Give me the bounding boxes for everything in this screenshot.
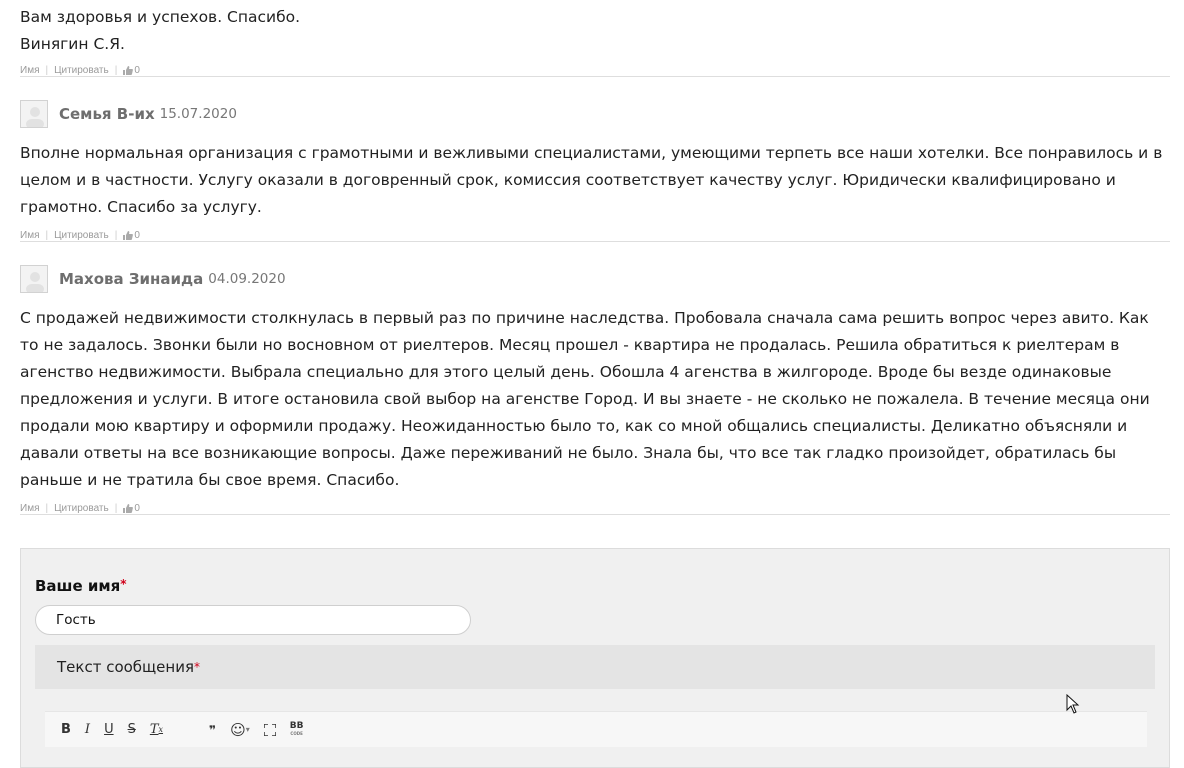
quote-link[interactable]: Цитировать <box>54 230 109 241</box>
bbcode-label: BB <box>289 720 304 731</box>
comment-date: 15.07.2020 <box>159 106 237 122</box>
comment-author: Семья В-их <box>59 105 155 123</box>
like-count: 0 <box>134 65 140 76</box>
like-button[interactable]: 0 <box>123 230 140 241</box>
quote-link[interactable]: Цитировать <box>54 503 109 514</box>
clear-format-sub: x <box>158 725 164 734</box>
name-link[interactable]: Имя <box>20 230 39 241</box>
separator: | <box>114 65 118 76</box>
editor-toolbar: B I U S Tx ❞ ☺ ▾ BB CODE <box>45 711 1147 747</box>
comment-author: Махова Зинаида <box>59 270 204 288</box>
message-field-header: Текст сообщения * <box>35 645 1155 689</box>
chevron-down-icon: ▾ <box>245 725 250 734</box>
like-count: 0 <box>134 503 140 514</box>
clear-format-label: T <box>149 722 159 737</box>
separator: | <box>45 503 49 514</box>
emoji-button[interactable]: ☺ ▾ <box>230 721 250 739</box>
user-placeholder-icon <box>26 107 44 127</box>
message-label-text: Текст сообщения <box>57 658 194 676</box>
like-count: 0 <box>134 230 140 241</box>
name-input[interactable] <box>35 605 471 635</box>
bold-button[interactable]: B <box>61 722 71 737</box>
required-mark: * <box>120 577 127 591</box>
comment-text: С продажей недвижимости столкнулась в пе… <box>20 309 1150 489</box>
separator: | <box>114 230 118 241</box>
strikethrough-button[interactable]: S <box>128 722 136 737</box>
separator: | <box>114 503 118 514</box>
divider <box>20 241 1170 242</box>
name-field-label: Ваше имя* <box>35 577 127 595</box>
comment-actions: Имя | Цитировать | 0 <box>20 230 140 241</box>
avatar <box>20 265 48 293</box>
underline-button[interactable]: U <box>104 722 114 737</box>
separator: | <box>45 65 49 76</box>
previous-comment-tail: Вам здоровья и успехов. Спасибо. Винягин… <box>20 4 300 58</box>
avatar <box>20 100 48 128</box>
italic-button[interactable]: I <box>85 722 90 737</box>
fullscreen-button[interactable] <box>263 723 276 736</box>
fullscreen-icon <box>263 723 276 736</box>
thumbs-up-icon <box>123 66 134 75</box>
bbcode-sub: CODE <box>290 730 303 736</box>
required-mark: * <box>194 660 200 674</box>
thumbs-up-icon <box>123 231 134 240</box>
user-placeholder-icon <box>26 272 44 292</box>
thumbs-up-icon <box>123 504 134 513</box>
divider <box>20 76 1170 77</box>
comment-header: Махова Зинаида 04.09.2020 <box>20 265 286 293</box>
bbcode-button[interactable]: BB CODE <box>289 720 304 738</box>
mouse-pointer-icon <box>1066 694 1080 714</box>
clear-format-button[interactable]: Tx <box>150 722 163 737</box>
comment-date: 04.09.2020 <box>208 271 286 287</box>
comment-actions: Имя | Цитировать | 0 <box>20 65 140 76</box>
name-link[interactable]: Имя <box>20 503 39 514</box>
comment-actions: Имя | Цитировать | 0 <box>20 503 140 514</box>
comment-text: Вполне нормальная организация с грамотны… <box>20 144 1163 216</box>
divider <box>20 514 1170 515</box>
name-label-text: Ваше имя <box>35 577 121 595</box>
comment-header: Семья В-их 15.07.2020 <box>20 100 237 128</box>
comment-text-line: Вам здоровья и успехов. Спасибо. <box>20 8 301 26</box>
separator: | <box>45 230 49 241</box>
quote-button[interactable]: ❞ <box>209 723 216 737</box>
comment-form: Ваше имя* Текст сообщения* B I U S Tx ❞ … <box>20 548 1170 768</box>
name-link[interactable]: Имя <box>20 65 39 76</box>
quote-link[interactable]: Цитировать <box>54 65 109 76</box>
like-button[interactable]: 0 <box>123 503 140 514</box>
comment-signature: Винягин С.Я. <box>20 35 125 53</box>
like-button[interactable]: 0 <box>123 65 140 76</box>
smile-icon: ☺ <box>230 720 246 739</box>
